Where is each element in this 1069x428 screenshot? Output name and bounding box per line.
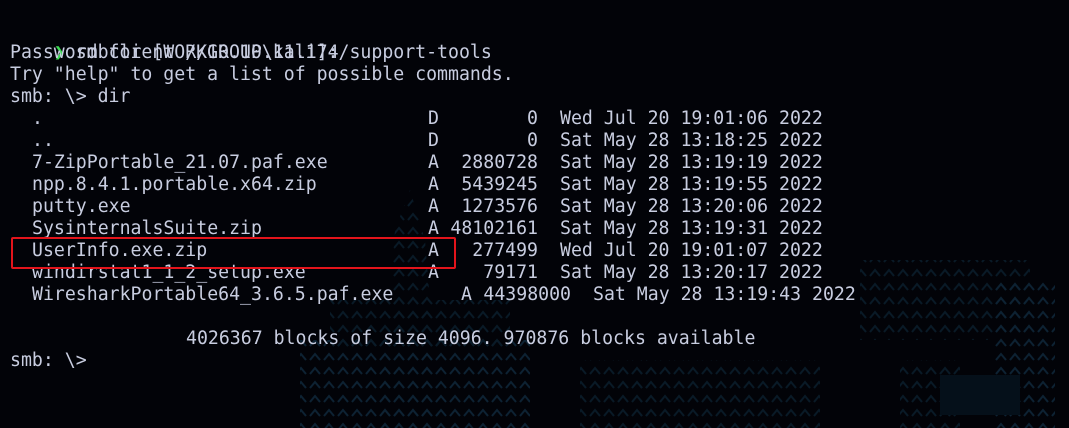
- listing-file-date: Sat May 28 13:19:31 2022: [560, 218, 823, 239]
- listing-file-attr: A: [461, 284, 472, 305]
- listing-file-size: 44398000: [483, 284, 571, 305]
- password-prompt-line: Password for [WORKGROUP\kali]:: [10, 42, 339, 63]
- help-hint-line: Try "help" to get a list of possible com…: [10, 64, 514, 85]
- listing-file-size: 0: [527, 108, 538, 129]
- listing-row: npp.8.4.1.portable.x64.zip A 5439245 Sat Ma…: [10, 174, 1060, 196]
- listing-file-name: WiresharkPortable64_3.6.5.paf.exe: [32, 284, 394, 305]
- listing-file-attr: D: [428, 130, 439, 151]
- listing-file-date: Sat May 28 13:20:17 2022: [560, 262, 823, 283]
- listing-file-name: ..: [32, 130, 54, 151]
- listing-row: putty.exe A 1273576 Sat May 28 13:20:06 202…: [10, 196, 1060, 218]
- listing-row: 7-ZipPortable_21.07.paf.exe A 2880728 Sat M…: [10, 152, 1060, 174]
- listing-file-size: 48102161: [450, 218, 538, 239]
- listing-file-size: 1273576: [461, 196, 538, 217]
- listing-file-size: 79171: [483, 262, 538, 283]
- listing-file-attr: A: [428, 152, 439, 173]
- listing-file-size: 5439245: [461, 174, 538, 195]
- listing-file-name: .: [32, 108, 43, 129]
- listing-file-size: 0: [527, 130, 538, 151]
- smb-dir-command-line: smb: \> dir: [10, 86, 131, 107]
- listing-file-attr: A: [428, 196, 439, 217]
- listing-file-size: 2880728: [461, 152, 538, 173]
- listing-row: .. D 0 Sat May 28 13:18:25 2022: [10, 130, 1060, 152]
- listing-row: WiresharkPortable64_3.6.5.paf.exe A 443980…: [10, 284, 1060, 306]
- listing-file-name: npp.8.4.1.portable.x64.zip: [32, 174, 317, 195]
- listing-file-size: 277499: [472, 240, 538, 261]
- listing-file-attr: D: [428, 108, 439, 129]
- listing-file-attr: A: [428, 174, 439, 195]
- listing-file-date: Sat May 28 13:20:06 2022: [560, 196, 823, 217]
- listing-file-date: Sat May 28 13:19:19 2022: [560, 152, 823, 173]
- listing-row: . D 0 Wed Jul 20 19:01:06 2022: [10, 108, 1060, 130]
- command-line: ❯ smbclient //10.10.11.174/support-tools: [10, 20, 492, 63]
- terminal-window[interactable]: ❯ smbclient //10.10.11.174/support-tools…: [0, 0, 1069, 428]
- highlight-box: [11, 237, 456, 269]
- listing-file-date: Sat May 28 13:19:55 2022: [560, 174, 823, 195]
- listing-file-name: 7-ZipPortable_21.07.paf.exe: [32, 152, 328, 173]
- listing-file-date: Sat May 28 13:18:25 2022: [560, 130, 823, 151]
- smb-prompt-final[interactable]: smb: \>: [10, 350, 87, 372]
- listing-file-date: Wed Jul 20 19:01:07 2022: [560, 240, 823, 261]
- listing-file-date: Wed Jul 20 19:01:06 2022: [560, 108, 823, 129]
- blocks-info-line: 4026367 blocks of size 4096. 970876 bloc…: [186, 328, 756, 349]
- listing-file-name: putty.exe: [32, 196, 131, 217]
- listing-file-date: Sat May 28 13:19:43 2022: [593, 284, 856, 305]
